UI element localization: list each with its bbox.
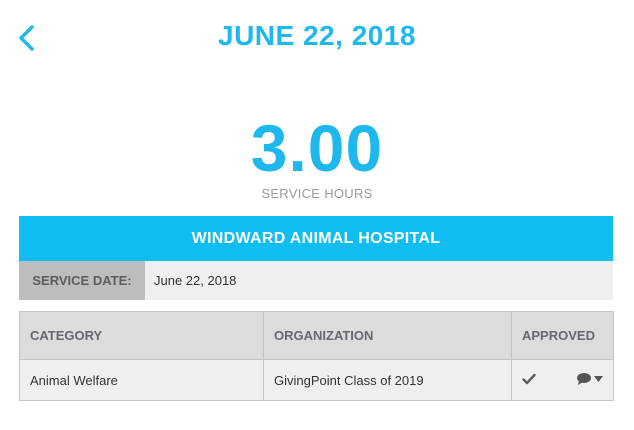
service-date-value: June 22, 2018	[154, 273, 237, 288]
category-cell: Animal Welfare	[19, 359, 264, 401]
service-hours-value: 3.00	[250, 111, 384, 185]
table-header-row: CATEGORY ORGANIZATION APPROVED	[19, 311, 614, 360]
caret-down-icon	[594, 376, 603, 382]
organization-cell: GivingPoint Class of 2019	[263, 359, 512, 401]
comment-icon	[577, 373, 591, 385]
approved-cell	[511, 359, 614, 401]
service-hours-label: SERVICE HOURS	[261, 186, 373, 201]
service-records-table: CATEGORY ORGANIZATION APPROVED Animal We…	[19, 311, 614, 401]
organization-banner: WINDWARD ANIMAL HOSPITAL	[19, 216, 613, 261]
column-header-organization: ORGANIZATION	[263, 311, 512, 360]
comment-dropdown-button[interactable]	[576, 372, 603, 386]
service-record-page: JUNE 22, 2018 3.00 SERVICE HOURS WINDWAR…	[0, 0, 634, 430]
column-header-approved: APPROVED	[511, 311, 614, 360]
table-row: Animal Welfare GivingPoint Class of 2019	[19, 359, 614, 401]
service-date-row: SERVICE DATE: June 22, 2018	[19, 261, 613, 300]
service-date-label: SERVICE DATE:	[19, 261, 145, 300]
checkmark-icon	[522, 373, 536, 388]
column-header-category: CATEGORY	[19, 311, 264, 360]
page-title: JUNE 22, 2018	[218, 20, 416, 51]
